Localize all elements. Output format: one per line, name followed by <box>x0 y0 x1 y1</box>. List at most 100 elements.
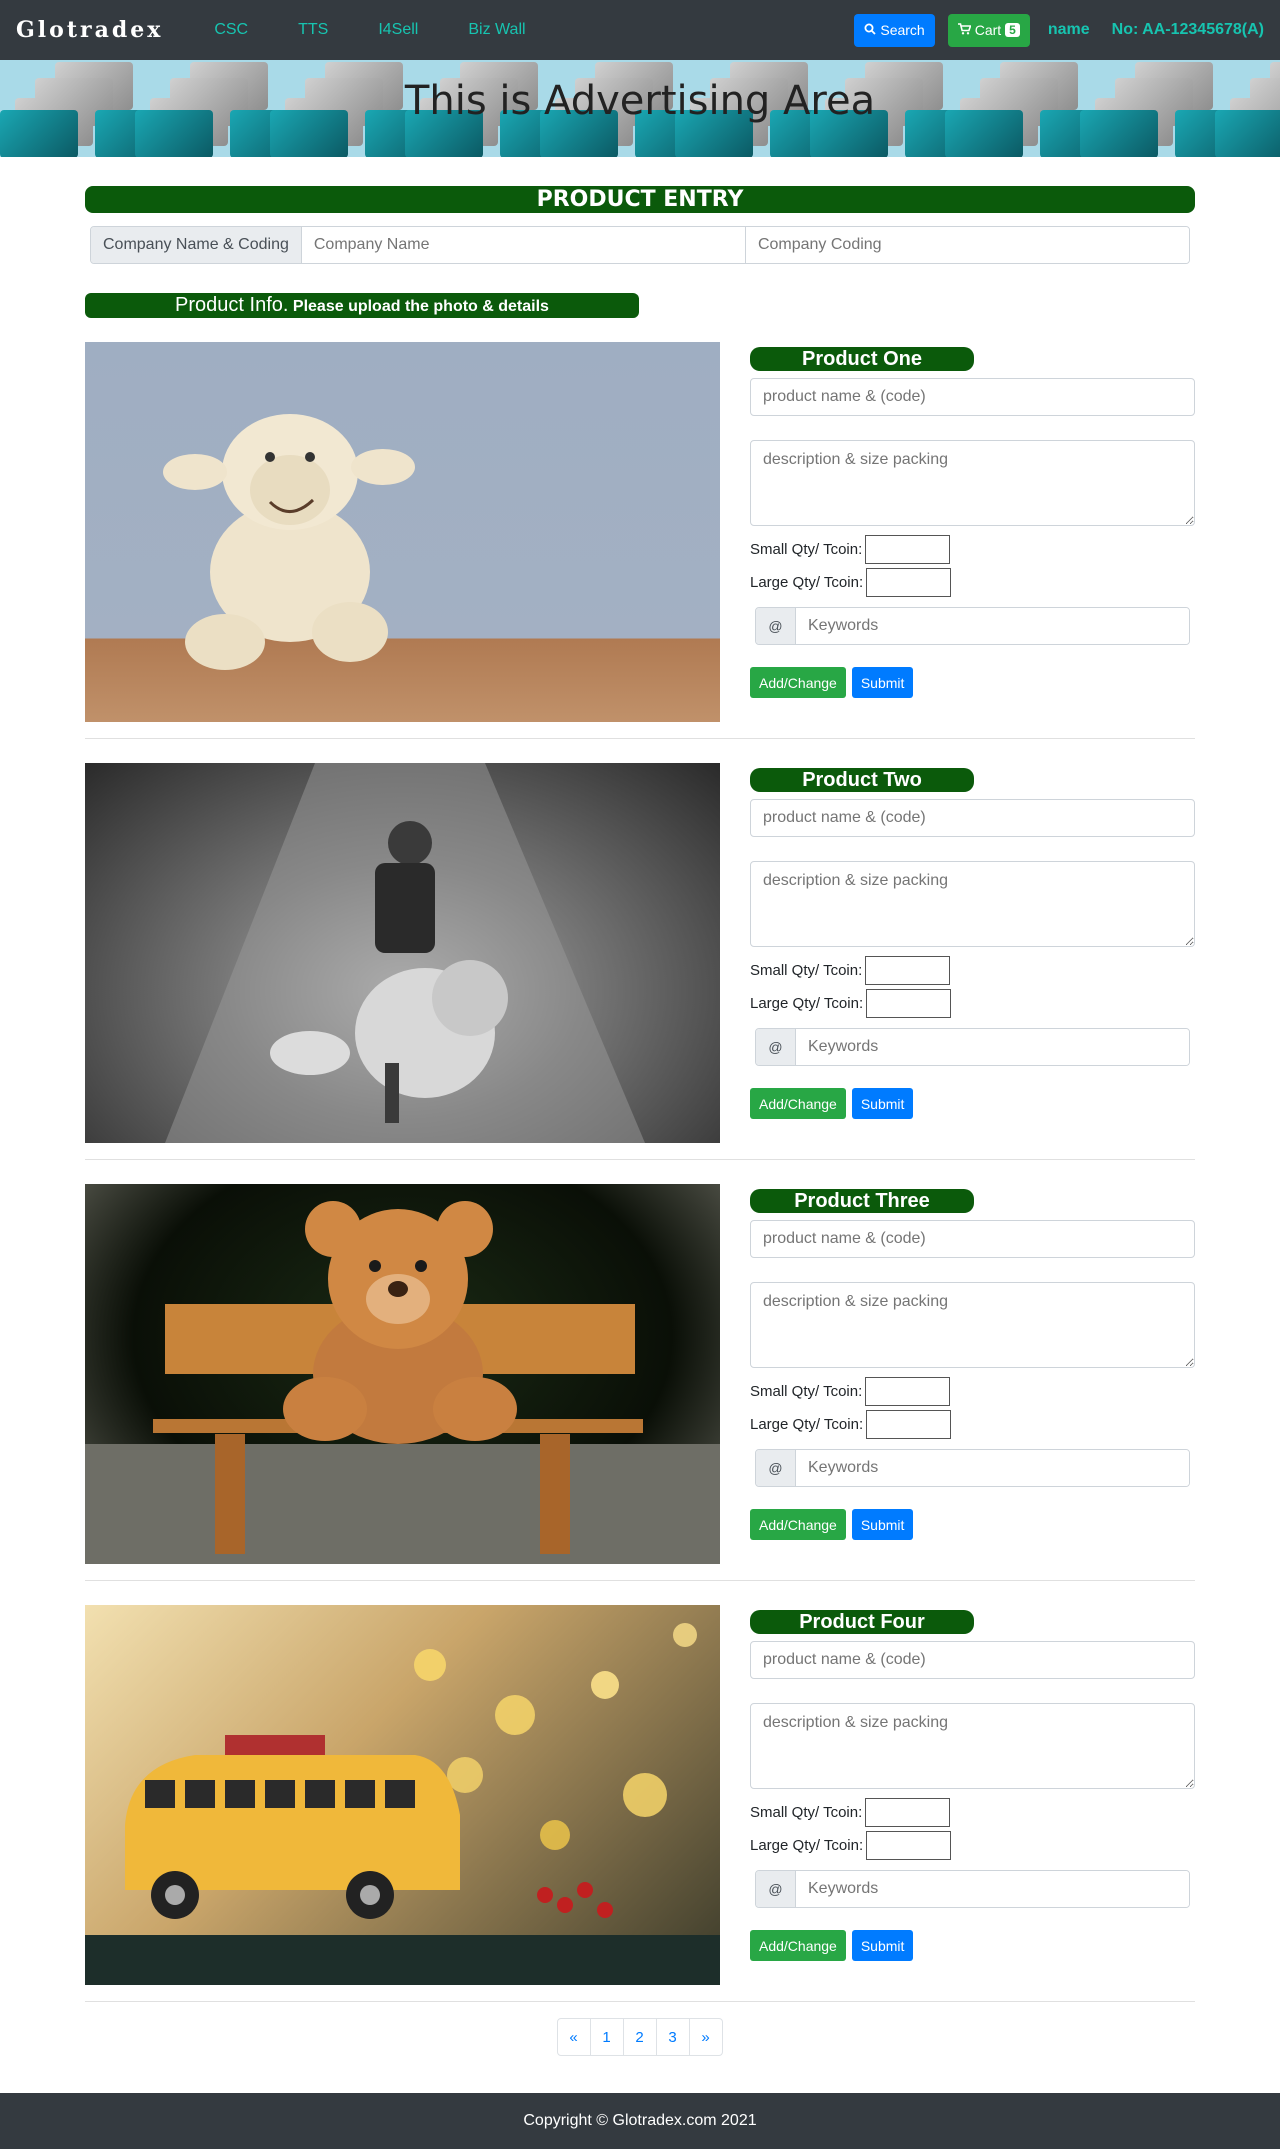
product-name-input[interactable] <box>750 799 1195 837</box>
large-qty-label: Large Qty/ Tcoin: <box>750 1416 864 1433</box>
large-qty-row: Large Qty/ Tcoin: <box>750 1831 1195 1860</box>
footer: Copyright © Glotradex.com 2021 <box>0 2093 1280 2149</box>
small-qty-input[interactable] <box>865 956 951 985</box>
keywords-input-group: @ <box>755 1449 1190 1487</box>
search-button-label: Search <box>880 22 925 38</box>
product-description-textarea[interactable] <box>750 1282 1195 1368</box>
product-photo[interactable] <box>85 1184 720 1564</box>
nav-link-biz-wall[interactable]: Biz Wall <box>468 21 525 39</box>
brand-logo[interactable]: Glotradex <box>16 17 163 43</box>
keywords-input[interactable] <box>796 608 1189 644</box>
pagination-page-2[interactable]: 2 <box>622 2018 657 2056</box>
product-card: Product Three Small Qty/ Tcoin: Large Qt… <box>85 1160 1195 1581</box>
search-icon <box>864 23 876 38</box>
small-qty-row: Small Qty/ Tcoin: <box>750 535 1195 564</box>
nav-link-i4sell[interactable]: I4Sell <box>378 21 418 39</box>
advertising-text: This is Advertising Area <box>404 78 876 124</box>
copyright-text: Copyright © Glotradex.com 2021 <box>523 2112 757 2129</box>
large-qty-row: Large Qty/ Tcoin: <box>750 1410 1195 1439</box>
keywords-input[interactable] <box>796 1871 1189 1907</box>
product-photo[interactable] <box>85 342 720 722</box>
product-actions: Add/Change Submit <box>750 1509 1195 1540</box>
product-name-input[interactable] <box>750 378 1195 416</box>
add-change-button[interactable]: Add/Change <box>750 1509 846 1540</box>
product-form: Product One Small Qty/ Tcoin: Large Qty/… <box>750 342 1195 722</box>
cart-button-label: Cart <box>974 22 1002 38</box>
company-addon: Company Name & Coding <box>91 227 302 263</box>
small-qty-row: Small Qty/ Tcoin: <box>750 1798 1195 1827</box>
product-photo[interactable] <box>85 763 720 1143</box>
submit-button[interactable]: Submit <box>851 1088 914 1119</box>
product-name-input[interactable] <box>750 1220 1195 1258</box>
small-qty-row: Small Qty/ Tcoin: <box>750 956 1195 985</box>
large-qty-input[interactable] <box>866 568 952 597</box>
product-card: Product One Small Qty/ Tcoin: Large Qty/… <box>85 318 1195 739</box>
product-form: Product Four Small Qty/ Tcoin: Large Qty… <box>750 1605 1195 1985</box>
large-qty-label: Large Qty/ Tcoin: <box>750 574 864 591</box>
at-icon: @ <box>756 1029 796 1065</box>
submit-button[interactable]: Submit <box>851 1930 914 1961</box>
product-actions: Add/Change Submit <box>750 1088 1195 1119</box>
submit-button[interactable]: Submit <box>851 1509 914 1540</box>
teddy-sheep-image <box>163 414 415 670</box>
product-entry-title: PRODUCT ENTRY <box>85 186 1195 213</box>
large-qty-row: Large Qty/ Tcoin: <box>750 568 1195 597</box>
product-title: Product Three <box>750 1189 974 1213</box>
advertising-banner[interactable]: This is Advertising Area <box>0 60 1280 157</box>
navbar: Glotradex CSC TTS I4Sell Biz Wall Search… <box>0 0 1280 60</box>
keywords-input[interactable] <box>796 1029 1189 1065</box>
keywords-input[interactable] <box>796 1450 1189 1486</box>
account-number: No: AA-12345678(A) <box>1111 21 1264 38</box>
large-qty-input[interactable] <box>866 1831 952 1860</box>
keywords-input-group: @ <box>755 1028 1190 1066</box>
product-title: Product Four <box>750 1610 974 1634</box>
product-name-input[interactable] <box>750 1641 1195 1679</box>
product-form: Product Two Small Qty/ Tcoin: Large Qty/… <box>750 763 1195 1143</box>
company-input-group: Company Name & Coding <box>90 226 1190 264</box>
small-qty-input[interactable] <box>865 1377 951 1406</box>
add-change-button[interactable]: Add/Change <box>750 1088 846 1119</box>
add-change-button[interactable]: Add/Change <box>750 1930 846 1961</box>
nav-link-tts[interactable]: TTS <box>298 21 328 39</box>
product-form: Product Three Small Qty/ Tcoin: Large Qt… <box>750 1184 1195 1564</box>
product-photo[interactable] <box>85 1605 720 1985</box>
pagination-page-1[interactable]: 1 <box>589 2018 624 2056</box>
company-coding-input[interactable] <box>744 227 1189 263</box>
pagination-next[interactable]: » <box>688 2018 723 2056</box>
large-qty-label: Large Qty/ Tcoin: <box>750 1837 864 1854</box>
teddy-bear-bench-image <box>85 1201 720 1564</box>
nav-right: Search Cart 5 name No: AA-12345678(A) <box>854 13 1264 47</box>
product-description-textarea[interactable] <box>750 861 1195 947</box>
small-qty-label: Small Qty/ Tcoin: <box>750 1383 863 1400</box>
cart-count-badge: 5 <box>1005 23 1020 37</box>
product-info-title: Product Info. <box>175 294 289 316</box>
product-actions: Add/Change Submit <box>750 667 1195 698</box>
cart-icon <box>957 22 972 38</box>
pagination-previous[interactable]: « <box>556 2018 591 2056</box>
add-change-button[interactable]: Add/Change <box>750 667 846 698</box>
submit-button[interactable]: Submit <box>851 667 914 698</box>
product-description-textarea[interactable] <box>750 1703 1195 1789</box>
pagination-page-3[interactable]: 3 <box>655 2018 690 2056</box>
product-info-header: Product Info. Please upload the photo & … <box>85 293 639 318</box>
product-title: Product One <box>750 347 974 371</box>
product-card: Product Two Small Qty/ Tcoin: Large Qty/… <box>85 739 1195 1160</box>
product-description-textarea[interactable] <box>750 440 1195 526</box>
cart-button[interactable]: Cart 5 <box>947 13 1030 47</box>
keywords-input-group: @ <box>755 1870 1190 1908</box>
large-qty-input[interactable] <box>866 1410 952 1439</box>
small-qty-label: Small Qty/ Tcoin: <box>750 1804 863 1821</box>
product-actions: Add/Change Submit <box>750 1930 1195 1961</box>
large-qty-row: Large Qty/ Tcoin: <box>750 989 1195 1018</box>
main-container: PRODUCT ENTRY Company Name & Coding Prod… <box>85 186 1195 2056</box>
search-button[interactable]: Search <box>854 13 935 47</box>
small-qty-input[interactable] <box>865 535 951 564</box>
company-name-input[interactable] <box>301 227 745 263</box>
small-qty-label: Small Qty/ Tcoin: <box>750 962 863 979</box>
user-name[interactable]: name <box>1048 21 1090 39</box>
large-qty-input[interactable] <box>866 989 952 1018</box>
pagination: « 1 2 3 » <box>85 2018 1195 2056</box>
small-qty-input[interactable] <box>865 1798 951 1827</box>
at-icon: @ <box>756 1871 796 1907</box>
nav-link-csc[interactable]: CSC <box>214 21 248 39</box>
